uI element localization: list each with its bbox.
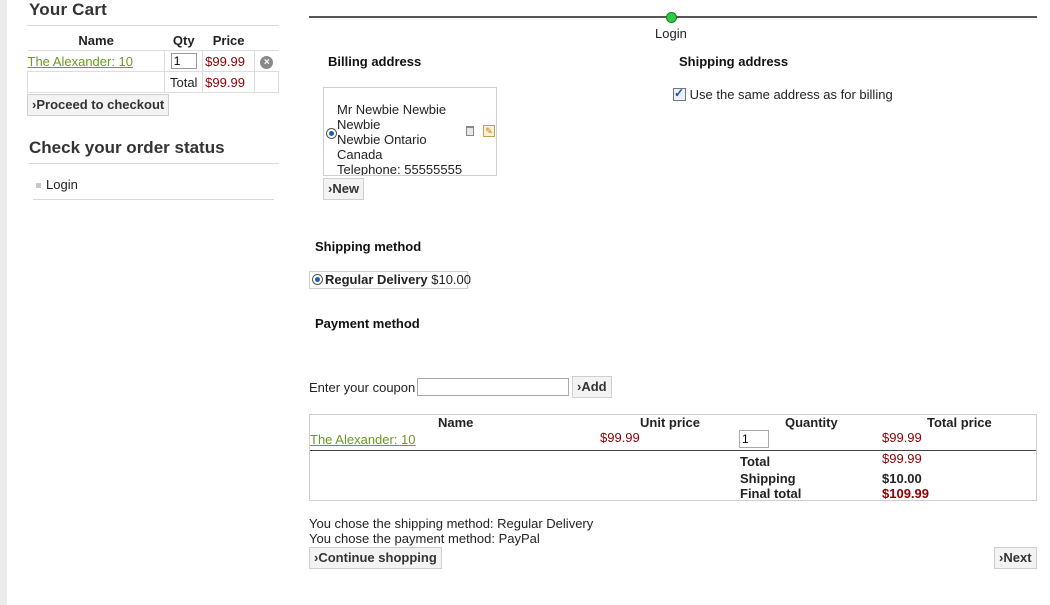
billing-address-line: Newbie <box>337 117 381 132</box>
order-header-unit-price: Unit price <box>640 415 700 430</box>
new-button-label: New <box>332 181 360 196</box>
order-summary-total-value: $99.99 <box>882 451 922 466</box>
progress-step-label: Login <box>655 26 687 41</box>
same-address-checkbox[interactable] <box>673 86 686 101</box>
add-button-label: Add <box>581 379 607 394</box>
order-status-title: Check your order status <box>29 138 225 157</box>
order-item-total-price: $99.99 <box>882 430 922 445</box>
chosen-payment-text: You chose the payment method: PayPal <box>309 531 540 546</box>
shipping-method-name: Regular Delivery <box>325 272 428 287</box>
checkout-button-label: Proceed to checkout <box>36 97 165 112</box>
payment-method-title: Payment method <box>315 316 420 331</box>
coupon-label: Enter your coupon <box>309 380 416 395</box>
bullet-icon <box>36 183 41 189</box>
order-status-login-link[interactable]: Login <box>46 177 78 192</box>
same-address-option[interactable]: Use the same address as for billing <box>673 86 893 102</box>
order-header-name: Name <box>438 415 474 430</box>
billing-address-line: Canada <box>337 147 383 162</box>
proceed-to-checkout-button[interactable]: ›Proceed to checkout <box>27 94 170 116</box>
order-item-link[interactable]: The Alexander: 10 <box>310 432 416 447</box>
order-summary-total-label: Total <box>740 454 771 469</box>
order-status-bottom-divider <box>33 199 274 200</box>
order-summary-shipping-label: Shipping <box>740 471 796 486</box>
order-status-divider <box>29 163 279 164</box>
cart-qty-input[interactable] <box>170 53 197 69</box>
order-summary-shipping-value: $10.00 <box>882 471 922 486</box>
cart-header-qty: Qty <box>172 32 195 48</box>
order-header-quantity: Quantity <box>785 415 838 430</box>
next-button-label: Next <box>1003 550 1032 565</box>
cart-header-name: Name <box>78 32 114 48</box>
cart-table: Name Qty Price The Alexander: 10 $99.99 … <box>26 30 279 93</box>
left-edge-strip <box>0 0 7 605</box>
billing-address-title: Billing address <box>328 54 422 69</box>
cart-title: Your Cart <box>29 0 107 19</box>
shipping-method-title: Shipping method <box>315 239 422 254</box>
same-address-label: Use the same address as for billing <box>689 87 893 102</box>
billing-address-line: Mr Newbie Newbie <box>337 102 447 117</box>
cart-item-price: $99.99 <box>205 53 245 69</box>
cart-header-remove <box>255 30 279 51</box>
order-status-login-item[interactable]: Login <box>36 177 78 192</box>
order-header-total-price: Total price <box>927 415 992 430</box>
cart-header-price: Price <box>212 32 245 48</box>
remove-circle-icon[interactable]: × <box>260 56 274 69</box>
chosen-shipping-text: You chose the shipping method: Regular D… <box>309 516 594 531</box>
cart-total-label: Total <box>164 71 204 93</box>
add-coupon-button[interactable]: ›Add <box>572 376 612 398</box>
cart-item-row: The Alexander: 10 $99.99 × <box>27 50 279 72</box>
shipping-address-title: Shipping address <box>679 54 789 69</box>
next-button[interactable]: ›Next <box>994 547 1037 569</box>
billing-address-radio[interactable] <box>326 128 337 139</box>
billing-address-text: Mr Newbie Newbie Newbie Newbie Ontario C… <box>337 102 463 176</box>
billing-address-line: Newbie Ontario <box>337 132 427 147</box>
order-separator <box>310 450 1036 451</box>
cart-total-value: $99.99 <box>205 74 245 90</box>
progress-step-dot <box>666 12 677 23</box>
cart-header-row: Name Qty Price <box>28 30 279 51</box>
order-quantity-input[interactable] <box>739 430 769 448</box>
new-address-button[interactable]: ›New <box>323 178 365 200</box>
trash-icon[interactable] <box>466 126 474 136</box>
order-summary-final-label: Final total <box>740 486 802 501</box>
billing-address-line: Telephone: 55555555 <box>337 162 463 176</box>
coupon-input[interactable] <box>417 378 569 396</box>
continue-button-label: Continue shopping <box>318 550 437 565</box>
continue-shopping-button[interactable]: ›Continue shopping <box>309 547 442 569</box>
order-summary-final-value: $109.99 <box>882 486 929 501</box>
edit-icon[interactable]: ✎ <box>483 125 495 137</box>
billing-address-card: Mr Newbie Newbie Newbie Newbie Ontario C… <box>323 87 497 176</box>
shipping-method-option[interactable]: Regular Delivery $10.00 <box>309 271 471 289</box>
cart-item-link[interactable]: The Alexander: 10 <box>28 54 134 69</box>
shipping-method-radio[interactable] <box>312 274 323 285</box>
order-item-unit-price: $99.99 <box>600 430 640 445</box>
shipping-method-price: $10.00 <box>431 272 471 287</box>
cart-title-divider <box>27 25 279 26</box>
cart-total-row: Total $99.99 <box>26 71 279 93</box>
